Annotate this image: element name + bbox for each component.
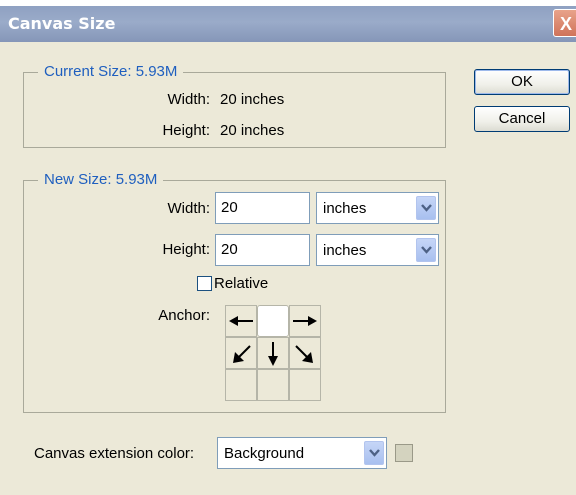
anchor-grid	[225, 305, 321, 401]
chevron-down-icon[interactable]	[416, 196, 436, 220]
extension-color-select[interactable]: Background	[217, 437, 387, 469]
current-width-value: 20 inches	[220, 91, 285, 108]
arrow-left-icon	[229, 316, 253, 326]
current-height-value: 20 inches	[220, 122, 285, 139]
extension-color-swatch[interactable]	[395, 444, 413, 462]
chevron-down-icon[interactable]	[364, 441, 384, 465]
width-unit-value: inches	[323, 200, 367, 217]
arrow-down-left-icon	[233, 345, 251, 363]
anchor-bottom-center[interactable]	[257, 369, 289, 401]
width-unit-select[interactable]: inches	[316, 192, 439, 224]
close-icon: X	[559, 14, 572, 34]
arrow-down-right-icon	[295, 345, 313, 363]
chevron-down-icon[interactable]	[416, 238, 436, 262]
height-unit-value: inches	[323, 242, 367, 259]
relative-checkbox[interactable]	[197, 276, 212, 291]
anchor-bottom-left[interactable]	[225, 369, 257, 401]
title-bar[interactable]: Canvas Size X	[0, 6, 576, 42]
arrow-right-icon	[293, 316, 317, 326]
new-height-label: Height:	[162, 241, 210, 258]
current-size-legend: Current Size: 5.93M	[38, 63, 184, 80]
anchor-top-center[interactable]	[257, 305, 289, 337]
anchor-bottom-right[interactable]	[289, 369, 321, 401]
cancel-button[interactable]: Cancel	[474, 106, 570, 132]
close-button[interactable]: X	[553, 9, 576, 37]
current-height-label: Height:	[162, 122, 210, 139]
extension-color-label: Canvas extension color:	[34, 445, 195, 462]
anchor-label: Anchor:	[158, 307, 210, 324]
ok-button[interactable]: OK	[474, 69, 570, 95]
relative-label[interactable]: Relative	[214, 275, 268, 292]
new-width-label: Width:	[167, 200, 210, 217]
new-size-legend: New Size: 5.93M	[38, 171, 164, 188]
window-title: Canvas Size	[8, 14, 116, 33]
arrow-down-icon	[268, 342, 278, 366]
current-width-label: Width:	[167, 91, 210, 108]
height-input[interactable]: 20	[215, 234, 310, 266]
width-input[interactable]: 20	[215, 192, 310, 224]
extension-color-value: Background	[224, 445, 305, 462]
height-unit-select[interactable]: inches	[316, 234, 439, 266]
